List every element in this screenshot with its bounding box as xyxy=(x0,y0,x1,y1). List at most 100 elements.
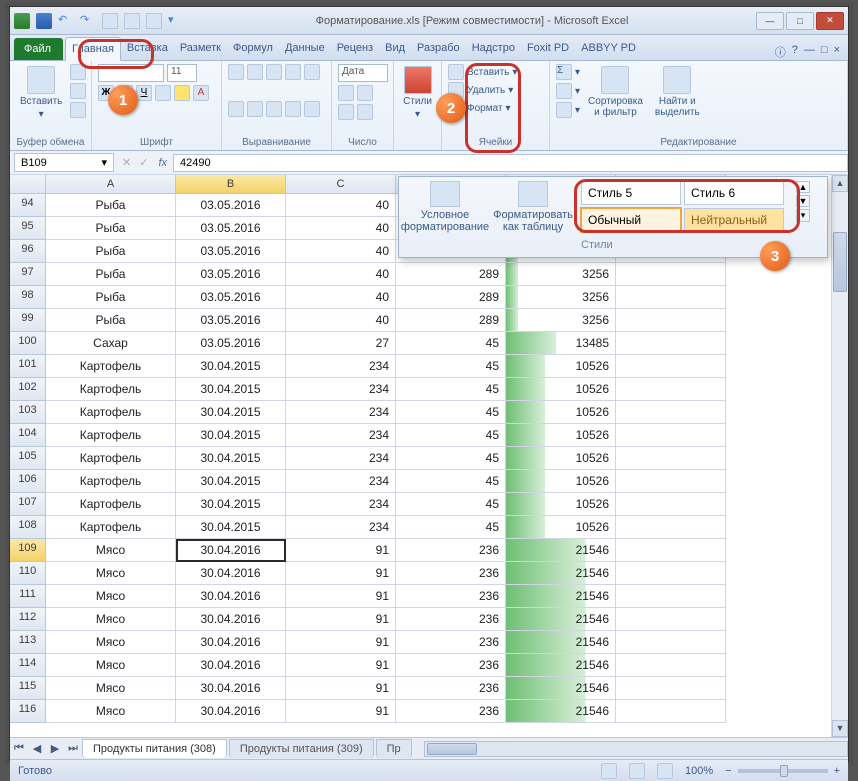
dec-decimal-icon[interactable] xyxy=(357,104,373,120)
help-icon[interactable]: ⓘ xyxy=(775,44,786,60)
align-bot-icon[interactable] xyxy=(266,64,282,80)
cell[interactable]: 45 xyxy=(396,401,506,424)
cell[interactable]: 30.04.2016 xyxy=(176,700,286,723)
cell[interactable] xyxy=(616,447,726,470)
cell[interactable]: Мясо xyxy=(46,562,176,585)
cell[interactable]: Картофель xyxy=(46,493,176,516)
row-header[interactable]: 101 xyxy=(10,355,46,378)
style-option[interactable]: Стиль 6 xyxy=(684,181,784,205)
cell[interactable]: 236 xyxy=(396,608,506,631)
ribbon-tab[interactable]: Надстро xyxy=(466,37,521,60)
scroll-down-icon[interactable]: ▼ xyxy=(832,720,848,737)
row-header[interactable]: 102 xyxy=(10,378,46,401)
cell[interactable]: 234 xyxy=(286,470,396,493)
cell[interactable] xyxy=(616,585,726,608)
row-header[interactable]: 106 xyxy=(10,470,46,493)
gallery-up-icon[interactable]: ▲ xyxy=(796,181,810,193)
ribbon-tab[interactable]: Foxit PD xyxy=(521,37,575,60)
cell[interactable]: 289 xyxy=(396,263,506,286)
scroll-thumb[interactable] xyxy=(427,743,477,755)
redo-icon[interactable]: ↷ xyxy=(80,13,96,29)
insert-cells-button[interactable]: Вставить ▾ xyxy=(448,64,517,80)
row-header[interactable]: 112 xyxy=(10,608,46,631)
row-header[interactable]: 114 xyxy=(10,654,46,677)
horizontal-scrollbar[interactable] xyxy=(424,741,848,757)
cell-databar[interactable]: 10526 xyxy=(506,447,616,470)
cell[interactable]: 91 xyxy=(286,677,396,700)
ribbon-tab[interactable]: Главная xyxy=(65,37,121,61)
find-select-button[interactable]: Найти и выделить xyxy=(651,64,704,120)
cell[interactable] xyxy=(616,355,726,378)
qat-icon[interactable] xyxy=(124,13,140,29)
cell[interactable]: 40 xyxy=(286,309,396,332)
cell[interactable]: Картофель xyxy=(46,355,176,378)
row-header[interactable]: 103 xyxy=(10,401,46,424)
row-header[interactable]: 105 xyxy=(10,447,46,470)
delete-cells-button[interactable]: Удалить ▾ xyxy=(448,82,513,98)
font-size-combo[interactable]: 11 xyxy=(167,64,197,82)
cell[interactable]: Мясо xyxy=(46,608,176,631)
align-mid-icon[interactable] xyxy=(247,64,263,80)
cell[interactable]: 234 xyxy=(286,378,396,401)
cell-databar[interactable]: 13485 xyxy=(506,332,616,355)
cell[interactable]: 30.04.2015 xyxy=(176,401,286,424)
cell[interactable]: 30.04.2016 xyxy=(176,608,286,631)
row-header[interactable]: 108 xyxy=(10,516,46,539)
cell[interactable]: 234 xyxy=(286,447,396,470)
ribbon-tab[interactable]: Вид xyxy=(379,37,411,60)
cell-databar[interactable]: 10526 xyxy=(506,470,616,493)
align-top-icon[interactable] xyxy=(228,64,244,80)
column-header[interactable]: A xyxy=(46,175,176,194)
style-option-selected[interactable]: Обычный xyxy=(581,208,681,232)
paste-button[interactable]: Вставить ▾ xyxy=(16,64,66,122)
row-header[interactable]: 100 xyxy=(10,332,46,355)
cell-databar[interactable]: 10526 xyxy=(506,493,616,516)
sort-filter-button[interactable]: Сортировка и фильтр xyxy=(584,64,647,120)
enter-icon[interactable]: ✓ xyxy=(135,156,152,169)
cell[interactable]: 91 xyxy=(286,631,396,654)
font-family-combo[interactable] xyxy=(98,64,164,82)
qat-more-icon[interactable]: ▾ xyxy=(168,13,184,29)
bold-icon[interactable]: Ж xyxy=(98,85,114,101)
cell[interactable]: Рыба xyxy=(46,217,176,240)
border-icon[interactable] xyxy=(155,85,171,101)
autosum-button[interactable]: Σ▾ xyxy=(556,64,580,80)
row-header[interactable]: 113 xyxy=(10,631,46,654)
cell[interactable]: 289 xyxy=(396,286,506,309)
cell[interactable] xyxy=(616,493,726,516)
row-header[interactable]: 110 xyxy=(10,562,46,585)
cell[interactable]: Картофель xyxy=(46,378,176,401)
vertical-scrollbar[interactable]: ▲ ▼ xyxy=(831,175,848,737)
copy-icon[interactable] xyxy=(70,83,86,99)
gallery-down-icon[interactable]: ▼ xyxy=(796,195,810,207)
sheet-tab-active[interactable]: Продукты питания (308) xyxy=(82,739,227,758)
cell[interactable]: 91 xyxy=(286,585,396,608)
cell[interactable]: 234 xyxy=(286,401,396,424)
mdi-max-icon[interactable]: □ xyxy=(821,44,828,60)
sheet-tab[interactable]: Продукты питания (309) xyxy=(229,739,374,758)
cell[interactable]: 03.05.2016 xyxy=(176,194,286,217)
cell-databar[interactable]: 21546 xyxy=(506,700,616,723)
zoom-in-icon[interactable]: + xyxy=(834,765,840,777)
cell[interactable]: Картофель xyxy=(46,447,176,470)
zoom-level[interactable]: 100% xyxy=(685,765,713,777)
qat-icon[interactable] xyxy=(102,13,118,29)
cell[interactable]: Мясо xyxy=(46,654,176,677)
last-sheet-icon[interactable]: ⏭ xyxy=(64,742,82,755)
row-header[interactable]: 104 xyxy=(10,424,46,447)
scroll-up-icon[interactable]: ▲ xyxy=(832,175,848,192)
cell[interactable]: Мясо xyxy=(46,539,176,562)
cell[interactable]: 30.04.2015 xyxy=(176,355,286,378)
next-sheet-icon[interactable]: ▶ xyxy=(46,742,64,755)
cell-databar[interactable]: 3256 xyxy=(506,309,616,332)
cell[interactable]: 03.05.2016 xyxy=(176,332,286,355)
number-format-combo[interactable]: Дата xyxy=(338,64,388,82)
cell[interactable]: 91 xyxy=(286,562,396,585)
cell[interactable]: 30.04.2015 xyxy=(176,424,286,447)
undo-icon[interactable]: ↶ xyxy=(58,13,74,29)
cell[interactable]: 91 xyxy=(286,654,396,677)
italic-icon[interactable]: К xyxy=(117,85,133,101)
scroll-thumb[interactable] xyxy=(833,232,847,292)
cell[interactable]: 03.05.2016 xyxy=(176,217,286,240)
ribbon-tab[interactable]: Разрабо xyxy=(411,37,466,60)
